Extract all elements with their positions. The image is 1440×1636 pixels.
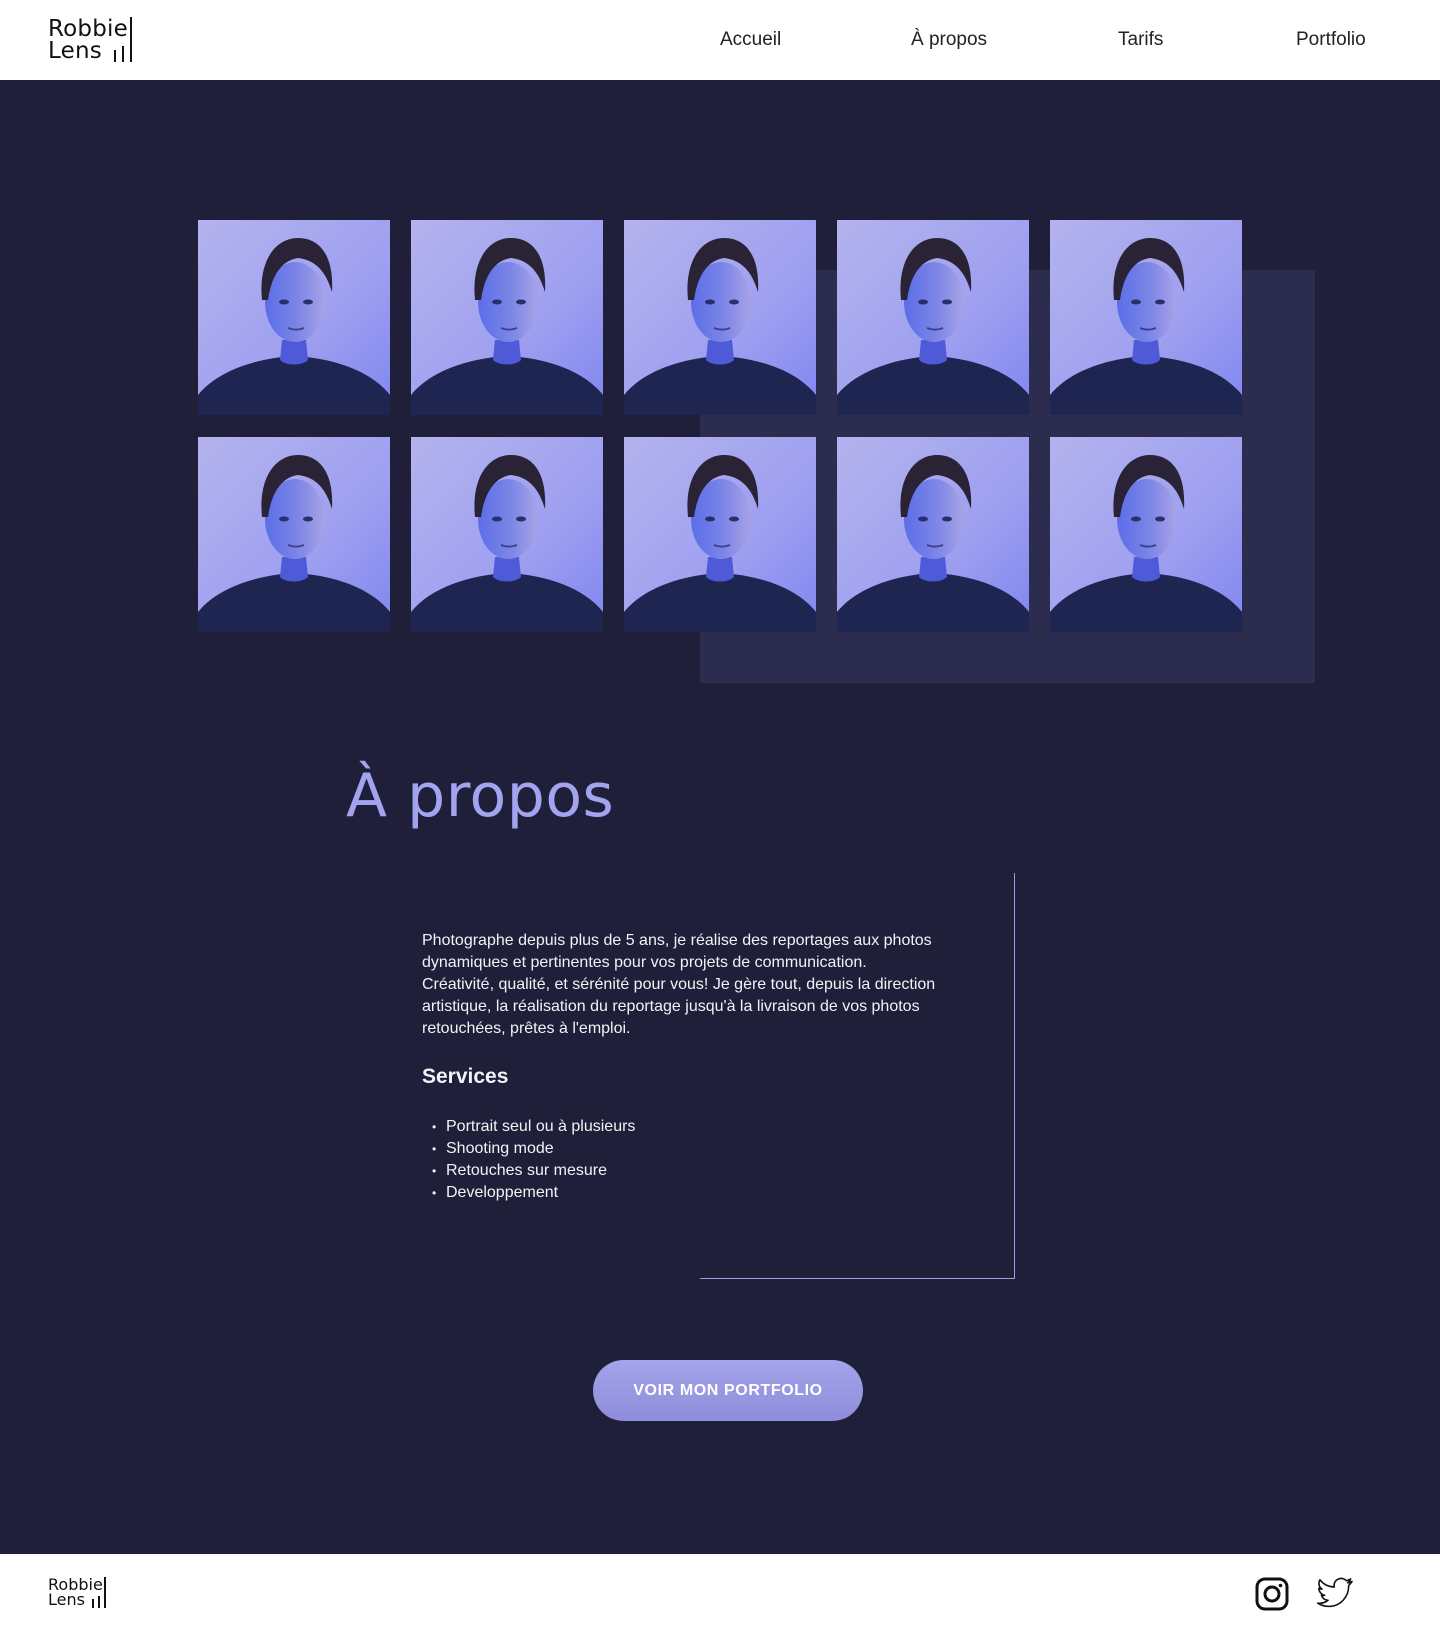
about-description: Photographe depuis plus de 5 ans, je réa… bbox=[422, 932, 936, 1037]
nav-item-portfolio[interactable]: Portfolio bbox=[1296, 28, 1366, 52]
view-portfolio-button[interactable]: VOIR MON PORTFOLIO bbox=[593, 1360, 863, 1421]
portrait-photo[interactable] bbox=[837, 220, 1029, 415]
logo-bar bbox=[104, 1577, 106, 1608]
logo-bar bbox=[130, 17, 132, 62]
nav-item-accueil[interactable]: Accueil bbox=[720, 28, 781, 52]
brand-line-2: Lens bbox=[48, 1590, 85, 1609]
portrait-photo[interactable] bbox=[411, 220, 603, 415]
services-list: Portrait seul ou à plusieurs Shooting mo… bbox=[432, 1116, 635, 1204]
portrait-photo[interactable] bbox=[624, 437, 816, 632]
logo-bar bbox=[122, 46, 124, 62]
portrait-photo[interactable] bbox=[1050, 437, 1242, 632]
site-header: Robbie Lens Accueil À propos Tarifs Port… bbox=[0, 0, 1440, 80]
service-item: Shooting mode bbox=[432, 1138, 635, 1160]
nav-item-a-propos[interactable]: À propos bbox=[911, 28, 987, 52]
nav-item-tarifs[interactable]: Tarifs bbox=[1118, 28, 1163, 52]
portrait-photo[interactable] bbox=[1050, 220, 1242, 415]
brand-line-2: Lens bbox=[48, 38, 102, 64]
instagram-icon[interactable] bbox=[1254, 1576, 1290, 1612]
services-title: Services bbox=[422, 1065, 509, 1088]
site-footer: Robbie Lens bbox=[0, 1554, 1440, 1636]
portrait-photo[interactable] bbox=[198, 437, 390, 632]
logo-bar bbox=[114, 50, 116, 62]
logo-bar bbox=[92, 1599, 94, 1608]
service-item: Retouches sur mesure bbox=[432, 1160, 635, 1182]
footer-logo[interactable]: Robbie Lens bbox=[48, 1576, 108, 1612]
frame-line-horizontal bbox=[700, 1278, 1015, 1279]
about-title: À propos bbox=[346, 761, 615, 831]
brand-logo[interactable]: Robbie Lens bbox=[48, 16, 138, 64]
twitter-icon[interactable] bbox=[1316, 1576, 1353, 1612]
portrait-photo[interactable] bbox=[411, 437, 603, 632]
portrait-photo[interactable] bbox=[837, 437, 1029, 632]
service-item: Developpement bbox=[432, 1182, 635, 1204]
service-item: Portrait seul ou à plusieurs bbox=[432, 1116, 635, 1138]
frame-line-vertical bbox=[1014, 873, 1015, 1279]
portrait-photo[interactable] bbox=[198, 220, 390, 415]
portrait-photo[interactable] bbox=[624, 220, 816, 415]
logo-bar bbox=[98, 1596, 100, 1608]
